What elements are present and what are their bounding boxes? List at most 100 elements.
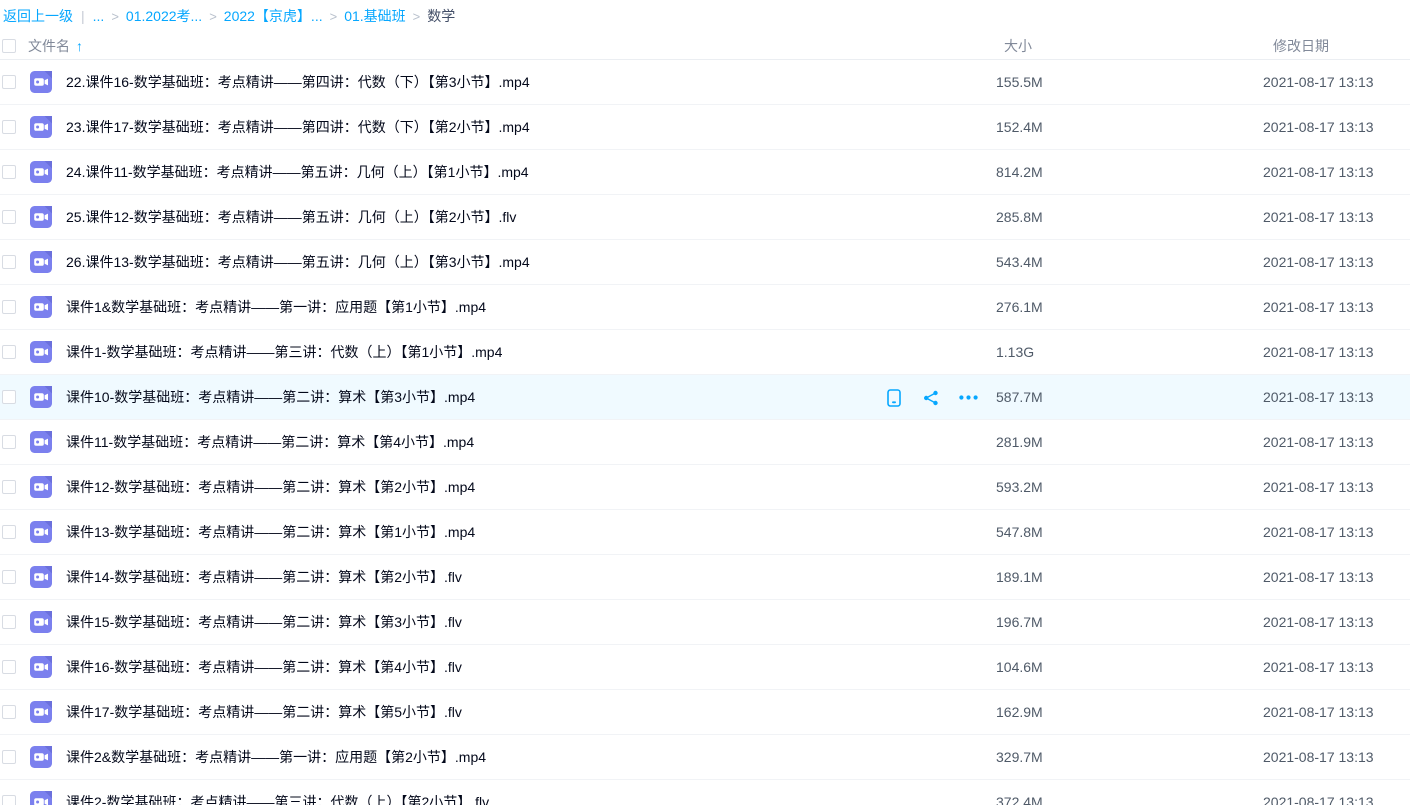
file-modified-date: 2021-08-17 13:13 xyxy=(1263,569,1374,585)
breadcrumb-link[interactable]: ... xyxy=(93,8,105,24)
row-checkbox[interactable] xyxy=(2,165,16,179)
row-checkbox[interactable] xyxy=(2,345,16,359)
file-name-link[interactable]: 课件2&数学基础班：考点精讲——第一讲：应用题【第2小节】.mp4 xyxy=(66,747,486,767)
table-row[interactable]: 课件12-数学基础班：考点精讲——第二讲：算术【第2小节】.mp4 xyxy=(0,465,1410,510)
video-file-icon xyxy=(30,206,52,228)
row-checkbox[interactable] xyxy=(2,120,16,134)
file-name-link[interactable]: 课件15-数学基础班：考点精讲——第二讲：算术【第3小节】.flv xyxy=(66,612,462,632)
row-checkbox[interactable] xyxy=(2,615,16,629)
table-row[interactable]: 课件10-数学基础班：考点精讲——第二讲：算术【第3小节】.mp4 xyxy=(0,375,1410,420)
video-file-icon xyxy=(30,296,52,318)
video-file-icon xyxy=(30,701,52,723)
file-name-link[interactable]: 课件17-数学基础班：考点精讲——第二讲：算术【第5小节】.flv xyxy=(66,702,462,722)
breadcrumb-links: ...>01.2022考...>2022【京虎】...>01.基础班> xyxy=(93,6,428,26)
row-checkbox[interactable] xyxy=(2,435,16,449)
file-modified-date: 2021-08-17 13:13 xyxy=(1263,794,1374,805)
table-row[interactable]: 课件11-数学基础班：考点精讲——第二讲：算术【第4小节】.mp4 xyxy=(0,420,1410,465)
file-name-link[interactable]: 课件12-数学基础班：考点精讲——第二讲：算术【第2小节】.mp4 xyxy=(66,477,475,497)
column-header-modified[interactable]: 修改日期 xyxy=(1273,36,1329,56)
file-name-link[interactable]: 22.课件16-数学基础班：考点精讲——第四讲：代数（下）【第3小节】.mp4 xyxy=(66,72,530,92)
file-modified-date: 2021-08-17 13:13 xyxy=(1263,434,1374,450)
file-size: 189.1M xyxy=(996,569,1043,585)
table-header: 文件名 ↑ 大小 修改日期 xyxy=(0,32,1410,60)
table-row[interactable]: 课件2&数学基础班：考点精讲——第一讲：应用题【第2小节】.mp4 xyxy=(0,735,1410,780)
row-checkbox[interactable] xyxy=(2,255,16,269)
file-name-link[interactable]: 课件11-数学基础班：考点精讲——第二讲：算术【第4小节】.mp4 xyxy=(66,432,474,452)
breadcrumb-link[interactable]: 2022【京虎】... xyxy=(224,6,323,26)
file-name-link[interactable]: 26.课件13-数学基础班：考点精讲——第五讲：几何（上）【第3小节】.mp4 xyxy=(66,252,530,272)
row-checkbox[interactable] xyxy=(2,570,16,584)
file-name-link[interactable]: 课件2-数学基础班：考点精讲——第三讲：代数（上）【第2小节】.flv xyxy=(66,792,489,805)
file-size: 814.2M xyxy=(996,164,1043,180)
table-row[interactable]: 26.课件13-数学基础班：考点精讲——第五讲：几何（上）【第3小节】.mp4 xyxy=(0,240,1410,285)
file-name-link[interactable]: 课件1&数学基础班：考点精讲——第一讲：应用题【第1小节】.mp4 xyxy=(66,297,486,317)
row-checkbox[interactable] xyxy=(2,75,16,89)
table-row[interactable]: 24.课件11-数学基础班：考点精讲——第五讲：几何（上）【第1小节】.mp4 xyxy=(0,150,1410,195)
breadcrumb-separator: > xyxy=(111,9,119,24)
table-row[interactable]: 课件16-数学基础班：考点精讲——第二讲：算术【第4小节】.flv xyxy=(0,645,1410,690)
file-size: 155.5M xyxy=(996,74,1043,90)
column-header-filename[interactable]: 文件名 xyxy=(28,36,70,56)
table-row[interactable]: 课件2-数学基础班：考点精讲——第三讲：代数（上）【第2小节】.flv xyxy=(0,780,1410,805)
video-file-icon xyxy=(30,656,52,678)
file-modified-date: 2021-08-17 13:13 xyxy=(1263,749,1374,765)
breadcrumb: 返回上一级 | ...>01.2022考...>2022【京虎】...>01.基… xyxy=(0,0,1410,32)
file-size: 329.7M xyxy=(996,749,1043,765)
breadcrumb-pipe-separator: | xyxy=(81,8,85,24)
file-modified-date: 2021-08-17 13:13 xyxy=(1263,389,1374,405)
video-file-icon xyxy=(30,71,52,93)
table-row[interactable]: 22.课件16-数学基础班：考点精讲——第四讲：代数（下）【第3小节】.mp4 xyxy=(0,60,1410,105)
table-row[interactable]: 23.课件17-数学基础班：考点精讲——第四讲：代数（下）【第2小节】.mp4 xyxy=(0,105,1410,150)
video-file-icon xyxy=(30,341,52,363)
file-size: 196.7M xyxy=(996,614,1043,630)
file-name-link[interactable]: 24.课件11-数学基础班：考点精讲——第五讲：几何（上）【第1小节】.mp4 xyxy=(66,162,529,182)
breadcrumb-link[interactable]: 01.2022考... xyxy=(126,6,202,26)
file-name-link[interactable]: 25.课件12-数学基础班：考点精讲——第五讲：几何（上）【第2小节】.flv xyxy=(66,207,516,227)
breadcrumb-link[interactable]: 01.基础班 xyxy=(344,6,405,26)
sort-ascending-icon[interactable]: ↑ xyxy=(76,38,83,54)
file-modified-date: 2021-08-17 13:13 xyxy=(1263,74,1374,90)
video-file-icon xyxy=(30,476,52,498)
file-size: 1.13G xyxy=(996,344,1034,360)
more-icon[interactable] xyxy=(958,388,978,408)
row-checkbox[interactable] xyxy=(2,390,16,404)
table-row[interactable]: 课件14-数学基础班：考点精讲——第二讲：算术【第2小节】.flv xyxy=(0,555,1410,600)
table-row[interactable]: 25.课件12-数学基础班：考点精讲——第五讲：几何（上）【第2小节】.flv xyxy=(0,195,1410,240)
row-checkbox[interactable] xyxy=(2,750,16,764)
video-file-icon xyxy=(30,521,52,543)
row-checkbox[interactable] xyxy=(2,795,16,805)
file-list: 22.课件16-数学基础班：考点精讲——第四讲：代数（下）【第3小节】.mp4 xyxy=(0,60,1410,805)
file-size: 543.4M xyxy=(996,254,1043,270)
file-modified-date: 2021-08-17 13:13 xyxy=(1263,659,1374,675)
row-checkbox[interactable] xyxy=(2,525,16,539)
row-checkbox[interactable] xyxy=(2,705,16,719)
select-all-checkbox[interactable] xyxy=(2,39,16,53)
file-name-link[interactable]: 课件14-数学基础班：考点精讲——第二讲：算术【第2小节】.flv xyxy=(66,567,462,587)
video-file-icon xyxy=(30,251,52,273)
file-name-link[interactable]: 课件13-数学基础班：考点精讲——第二讲：算术【第1小节】.mp4 xyxy=(66,522,475,542)
row-checkbox[interactable] xyxy=(2,300,16,314)
row-actions xyxy=(884,375,978,420)
row-checkbox[interactable] xyxy=(2,210,16,224)
table-row[interactable]: 课件1-数学基础班：考点精讲——第三讲：代数（上）【第1小节】.mp4 xyxy=(0,330,1410,375)
file-name-link[interactable]: 课件1-数学基础班：考点精讲——第三讲：代数（上）【第1小节】.mp4 xyxy=(66,342,502,362)
share-icon[interactable] xyxy=(921,388,941,408)
video-file-icon xyxy=(30,431,52,453)
video-file-icon xyxy=(30,161,52,183)
breadcrumb-separator: > xyxy=(413,9,421,24)
file-name-link[interactable]: 课件10-数学基础班：考点精讲——第二讲：算术【第3小节】.mp4 xyxy=(66,387,475,407)
breadcrumb-back-link[interactable]: 返回上一级 xyxy=(3,6,73,26)
table-row[interactable]: 课件13-数学基础班：考点精讲——第二讲：算术【第1小节】.mp4 xyxy=(0,510,1410,555)
file-name-link[interactable]: 23.课件17-数学基础班：考点精讲——第四讲：代数（下）【第2小节】.mp4 xyxy=(66,117,530,137)
column-header-size[interactable]: 大小 xyxy=(1004,36,1032,56)
play-on-device-icon[interactable] xyxy=(884,388,904,408)
file-manager-page: 返回上一级 | ...>01.2022考...>2022【京虎】...>01.基… xyxy=(0,0,1410,805)
file-modified-date: 2021-08-17 13:13 xyxy=(1263,299,1374,315)
table-row[interactable]: 课件17-数学基础班：考点精讲——第二讲：算术【第5小节】.flv xyxy=(0,690,1410,735)
row-checkbox[interactable] xyxy=(2,480,16,494)
table-row[interactable]: 课件1&数学基础班：考点精讲——第一讲：应用题【第1小节】.mp4 xyxy=(0,285,1410,330)
file-size: 547.8M xyxy=(996,524,1043,540)
file-name-link[interactable]: 课件16-数学基础班：考点精讲——第二讲：算术【第4小节】.flv xyxy=(66,657,462,677)
row-checkbox[interactable] xyxy=(2,660,16,674)
table-row[interactable]: 课件15-数学基础班：考点精讲——第二讲：算术【第3小节】.flv xyxy=(0,600,1410,645)
